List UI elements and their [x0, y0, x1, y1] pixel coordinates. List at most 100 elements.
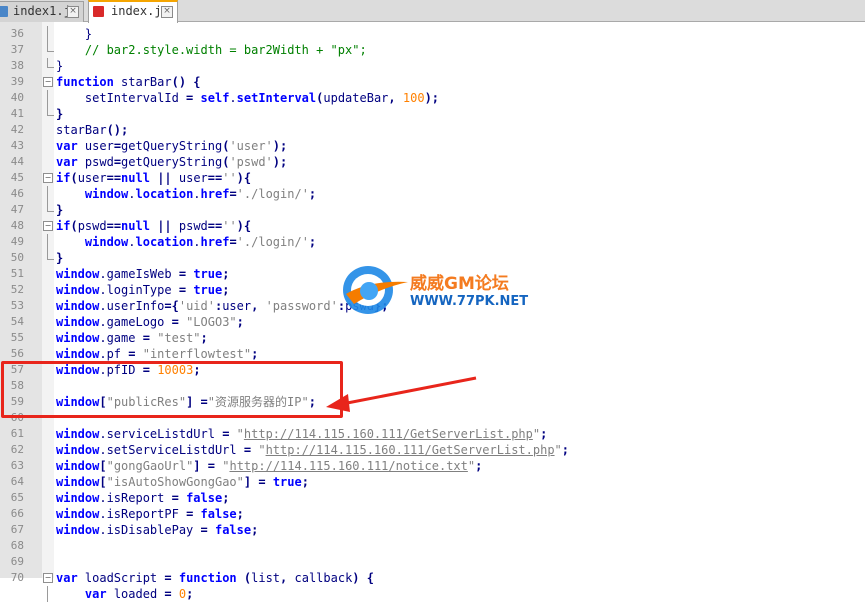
code-line[interactable]: 39 − function starBar() { — [0, 74, 865, 90]
line-number: 69 — [10, 555, 24, 568]
fold-line — [47, 26, 48, 42]
fold-toggle-icon[interactable]: − — [43, 77, 53, 87]
line-number: 44 — [10, 155, 24, 168]
code-text: } — [56, 27, 93, 41]
code-line[interactable]: 49 window.location.href='./login/'; — [0, 234, 865, 250]
code-line[interactable]: 66 window.isReportPF = false; — [0, 506, 865, 522]
code-text: window.loginType = true; — [56, 283, 230, 297]
line-number: 39 — [10, 75, 24, 88]
code-text: setIntervalId = self.setInterval(updateB… — [56, 91, 440, 105]
code-line[interactable]: 45 − if(user==null || user==''){ — [0, 170, 865, 186]
tab-index-js[interactable]: index.js × — [88, 0, 178, 23]
code-text: } — [56, 203, 64, 217]
code-line[interactable]: 68 — [0, 538, 865, 554]
line-number: 55 — [10, 331, 24, 344]
fold-toggle-icon[interactable]: − — [43, 173, 53, 183]
code-line[interactable]: 62 window.setServiceListdUrl = "http://11… — [0, 442, 865, 458]
line-number: 47 — [10, 203, 24, 216]
js-file-icon — [0, 6, 8, 17]
code-text: window.isDisablePay = false; — [56, 523, 259, 537]
code-text: window.pf = "interflowtest"; — [56, 347, 259, 361]
fold-end-marker — [47, 250, 54, 260]
annotation-arrow-icon — [326, 376, 477, 412]
line-number: 41 — [10, 107, 24, 120]
line-number: 63 — [10, 459, 24, 472]
code-text: var loadScript = function (list, callbac… — [56, 571, 374, 585]
line-number: 45 — [10, 171, 24, 184]
line-number: 52 — [10, 283, 24, 296]
modified-file-icon — [93, 6, 104, 17]
line-number: 70 — [10, 571, 24, 584]
code-line[interactable]: 61 window.serviceListdUrl = "http://114.1… — [0, 426, 865, 442]
line-number: 38 — [10, 59, 24, 72]
close-icon[interactable]: × — [67, 6, 79, 18]
line-number: 66 — [10, 507, 24, 520]
code-text: } — [56, 251, 64, 265]
line-number: 50 — [10, 251, 24, 264]
code-line[interactable]: 69 — [0, 554, 865, 570]
code-line[interactable]: var loaded = 0; — [0, 586, 865, 602]
code-text: window.setServiceListdUrl = "http://114.… — [56, 443, 570, 457]
line-number: 48 — [10, 219, 24, 232]
watermark-globe-icon — [343, 266, 408, 314]
code-line[interactable]: 40 setIntervalId = self.setInterval(upda… — [0, 90, 865, 106]
fold-end-marker — [47, 58, 54, 68]
code-text: window["gongGaoUrl"] = "http://114.115.1… — [56, 459, 483, 473]
code-line[interactable]: 63 window["gongGaoUrl"] = "http://114.115… — [0, 458, 865, 474]
tab-index1-js[interactable]: index1.js × — [0, 1, 84, 22]
line-number: 40 — [10, 91, 24, 104]
fold-line — [47, 90, 48, 106]
fold-toggle-icon[interactable]: − — [43, 573, 53, 583]
line-number: 53 — [10, 299, 24, 312]
code-text: if(pswd==null || pswd==''){ — [56, 219, 252, 233]
fold-line — [47, 234, 48, 250]
line-number: 37 — [10, 43, 24, 56]
code-text: window.gameLogo = "LOGO3"; — [56, 315, 244, 329]
tab-bar: index1.js × index.js × — [0, 0, 865, 23]
code-line[interactable]: 48 − if(pswd==null || pswd==''){ — [0, 218, 865, 234]
code-line[interactable]: 67 window.isDisablePay = false; — [0, 522, 865, 538]
code-text: window.isReportPF = false; — [56, 507, 244, 521]
code-text: window.serviceListdUrl = "http://114.115… — [56, 427, 548, 441]
close-icon[interactable]: × — [161, 6, 173, 18]
line-number: 51 — [10, 267, 24, 280]
line-number: 56 — [10, 347, 24, 360]
code-text: window.isReport = false; — [56, 491, 230, 505]
code-text: window["isAutoShowGongGao"] = true; — [56, 475, 309, 489]
watermark-title: 威威GM论坛 — [410, 274, 509, 294]
fold-end-marker — [47, 106, 54, 116]
code-text: var pswd=getQueryString('pswd'); — [56, 155, 288, 169]
watermark-logo: 威威GM论坛 WWW.77PK.NET — [340, 260, 540, 320]
code-line[interactable]: 56 window.pf = "interflowtest"; — [0, 346, 865, 362]
code-text: } — [56, 107, 64, 121]
code-line[interactable]: 41} — [0, 106, 865, 122]
code-line[interactable]: 64 window["isAutoShowGongGao"] = true; — [0, 474, 865, 490]
code-line[interactable]: 65 window.isReport = false; — [0, 490, 865, 506]
code-text: window.userInfo={'uid':user, 'password':… — [56, 299, 388, 313]
line-number: 67 — [10, 523, 24, 536]
code-line[interactable]: 46 window.location.href='./login/'; — [0, 186, 865, 202]
code-line[interactable]: 47} — [0, 202, 865, 218]
fold-toggle-icon[interactable]: − — [43, 221, 53, 231]
line-number: 65 — [10, 491, 24, 504]
code-text: var user=getQueryString('user'); — [56, 139, 288, 153]
code-text: starBar(); — [56, 123, 129, 137]
code-line[interactable]: 44 var pswd=getQueryString('pswd'); — [0, 154, 865, 170]
fold-line — [47, 186, 48, 202]
line-number: 61 — [10, 427, 24, 440]
code-text: window.location.href='./login/'; — [84, 187, 317, 201]
code-line[interactable]: 42 starBar(); — [0, 122, 865, 138]
line-number: 46 — [10, 187, 24, 200]
code-text: function starBar() { — [56, 75, 201, 89]
code-line[interactable]: 38} — [0, 58, 865, 74]
line-number: 36 — [10, 27, 24, 40]
code-text: } — [56, 59, 64, 73]
code-line[interactable]: 70 − var loadScript = function (list, call… — [0, 570, 865, 586]
code-line[interactable]: 36 } — [0, 26, 865, 42]
fold-end-marker — [47, 202, 54, 212]
code-text: if(user==null || user==''){ — [56, 171, 252, 185]
code-line[interactable]: 55 window.game = "test"; — [0, 330, 865, 346]
code-text: window.gameIsWeb = true; — [56, 267, 230, 281]
code-line[interactable]: 37 // bar2.style.width = bar2Width + "px… — [0, 42, 865, 58]
code-line[interactable]: 43 var user=getQueryString('user'); — [0, 138, 865, 154]
